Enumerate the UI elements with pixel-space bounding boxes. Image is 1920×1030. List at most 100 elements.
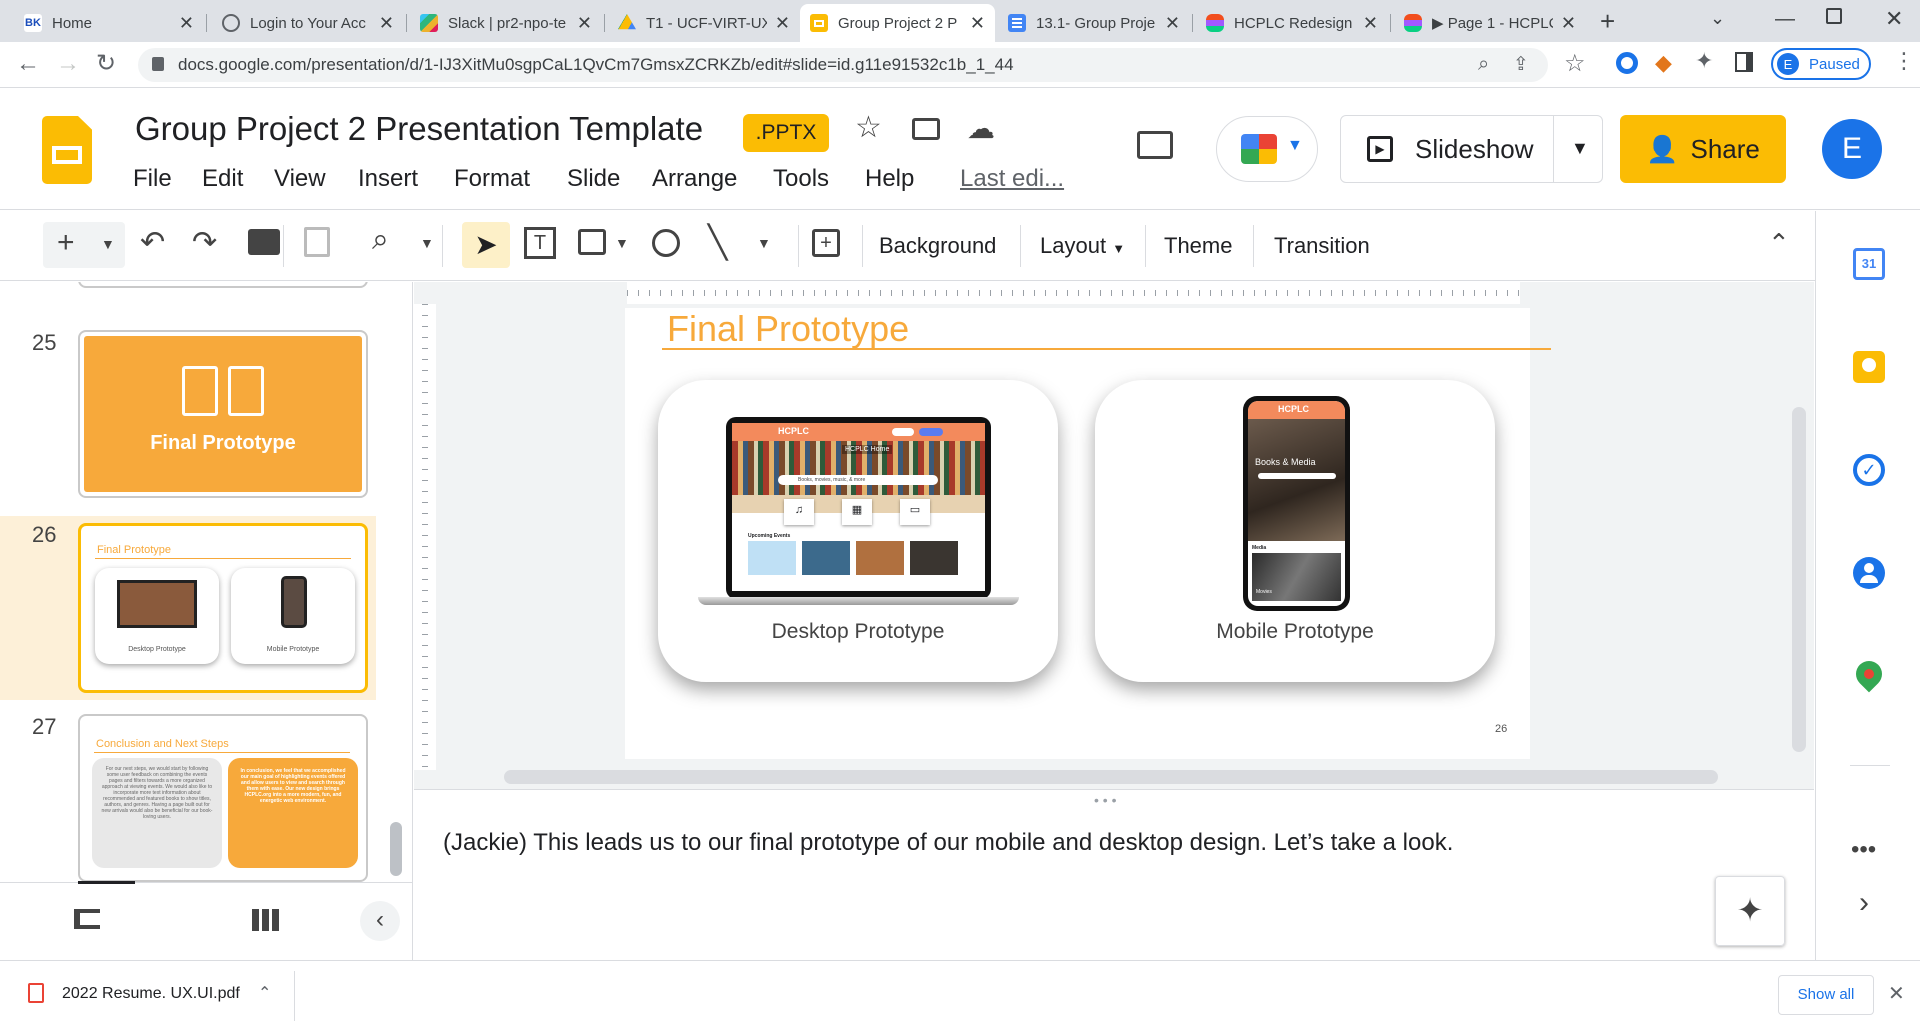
select-arrow-icon[interactable]: ➤: [462, 222, 510, 268]
close-tab-icon[interactable]: ✕: [379, 13, 394, 34]
browser-tab[interactable]: Slack | pr2-npo-te ✕: [410, 4, 602, 42]
browser-tab[interactable]: 13.1- Group Proje ✕: [998, 4, 1190, 42]
share-page-icon[interactable]: ⇪: [1513, 53, 1529, 76]
extensions-puzzle-icon[interactable]: ✦: [1695, 48, 1713, 74]
profile-button[interactable]: E Paused: [1771, 48, 1871, 80]
browser-tab[interactable]: ▶ Page 1 - HCPLC ✕: [1394, 4, 1586, 42]
line-icon[interactable]: ╲: [708, 223, 727, 261]
add-comment-icon[interactable]: +: [812, 229, 840, 257]
menu-insert[interactable]: Insert: [358, 165, 418, 193]
filmstrip-view-icon[interactable]: [74, 909, 100, 929]
notes-resize-handle[interactable]: • • •: [414, 789, 1814, 808]
share-button[interactable]: 👤 Share: [1620, 115, 1786, 183]
account-avatar[interactable]: E: [1822, 119, 1882, 179]
browser-tab[interactable]: BK Home ✕: [14, 4, 204, 42]
expand-panel-icon[interactable]: ›: [1859, 886, 1869, 920]
chevron-down-icon[interactable]: ▼: [757, 235, 771, 251]
browser-tab-active[interactable]: Group Project 2 P ✕: [800, 4, 995, 42]
calendar-icon[interactable]: 31: [1853, 248, 1885, 280]
star-icon[interactable]: ☆: [855, 110, 882, 145]
desktop-prototype-card[interactable]: HCPLC HCPLC Home Books, movies, music, &…: [658, 380, 1058, 682]
slide-thumbnail[interactable]: [78, 282, 368, 288]
slide-thumbnail[interactable]: Conclusion and Next Steps For our next s…: [78, 714, 368, 882]
vertical-scrollbar[interactable]: [1792, 407, 1806, 752]
collapse-panel-icon[interactable]: ‹: [360, 901, 400, 941]
grid-view-icon[interactable]: [252, 909, 280, 931]
chevron-up-icon[interactable]: ⌃: [258, 983, 271, 1003]
maps-icon[interactable]: [1850, 655, 1888, 693]
zoom-icon[interactable]: ⌕: [1478, 53, 1489, 76]
minimize-icon[interactable]: —: [1775, 8, 1795, 31]
speaker-notes[interactable]: (Jackie) This leads us to our final prot…: [414, 808, 1814, 960]
slideshow-button[interactable]: ▶ Slideshow ▼: [1340, 115, 1603, 183]
move-folder-icon[interactable]: [912, 118, 940, 140]
layout-button[interactable]: Layout ▼: [1040, 233, 1125, 259]
last-edit-link[interactable]: Last edi...: [960, 165, 1064, 193]
chevron-down-icon[interactable]: ▼: [101, 236, 115, 252]
download-filename[interactable]: 2022 Resume. UX.UI.pdf: [62, 985, 240, 1003]
zoom-icon[interactable]: ⌕: [372, 223, 389, 257]
undo-icon[interactable]: ↶: [140, 225, 165, 260]
paint-format-icon[interactable]: [304, 227, 330, 257]
text-box-icon[interactable]: T: [524, 227, 556, 259]
close-tab-icon[interactable]: ✕: [179, 13, 194, 34]
menu-arrange[interactable]: Arrange: [652, 165, 737, 193]
meet-button[interactable]: ▼: [1216, 116, 1318, 182]
slide[interactable]: Final Prototype HCPLC HCPLC Home Books, …: [625, 308, 1551, 759]
slide-thumbnail-selected[interactable]: Final Prototype Desktop Prototype Mobile…: [78, 523, 368, 693]
menu-slide[interactable]: Slide: [567, 165, 620, 193]
reload-icon[interactable]: ↻: [96, 49, 116, 78]
image-icon[interactable]: [578, 229, 606, 255]
tasks-icon[interactable]: ✓: [1853, 454, 1885, 486]
collapse-toolbar-icon[interactable]: ⌃: [1768, 228, 1790, 259]
chevron-down-icon[interactable]: ▼: [615, 235, 629, 251]
bookmark-star-icon[interactable]: ☆: [1564, 49, 1586, 78]
forward-icon[interactable]: →: [56, 50, 80, 78]
browser-tab[interactable]: Login to Your Acc ✕: [212, 4, 404, 42]
print-icon[interactable]: [248, 229, 280, 255]
chevron-down-icon[interactable]: ▼: [420, 235, 434, 251]
close-download-bar-icon[interactable]: ✕: [1888, 981, 1905, 1006]
menu-format[interactable]: Format: [454, 165, 530, 193]
extension-icon[interactable]: [1616, 52, 1638, 74]
address-bar[interactable]: docs.google.com/presentation/d/1-IJ3XitM…: [138, 48, 1548, 82]
close-tab-icon[interactable]: ✕: [577, 13, 592, 34]
mobile-prototype-card[interactable]: HCPLC Books & Media Media Movies Mobile …: [1095, 380, 1495, 682]
comments-icon[interactable]: [1137, 131, 1173, 159]
theme-button[interactable]: Theme: [1164, 233, 1232, 259]
slideshow-dropdown-icon[interactable]: ▼: [1571, 138, 1589, 159]
shape-icon[interactable]: [652, 229, 680, 257]
close-tab-icon[interactable]: ✕: [1561, 13, 1576, 34]
restore-icon[interactable]: [1826, 8, 1842, 24]
redo-icon[interactable]: ↷: [192, 225, 217, 260]
menu-file[interactable]: File: [133, 165, 172, 193]
menu-view[interactable]: View: [274, 165, 326, 193]
background-button[interactable]: Background: [879, 233, 996, 259]
desktop-prototype-caption[interactable]: Desktop Prototype: [658, 620, 1058, 644]
drag-handle-icon[interactable]: • • •: [1094, 792, 1116, 808]
close-window-icon[interactable]: ✕: [1885, 6, 1903, 32]
tab-search-icon[interactable]: ⌄: [1710, 8, 1725, 29]
show-all-downloads-button[interactable]: Show all: [1778, 975, 1874, 1015]
browser-menu-icon[interactable]: ⋮: [1893, 48, 1915, 74]
speaker-notes-text[interactable]: (Jackie) This leads us to our final prot…: [443, 829, 1453, 857]
new-slide-button[interactable]: + ▼: [43, 222, 125, 268]
browser-tab[interactable]: T1 - UCF-VIRT-UX ✕: [608, 4, 800, 42]
close-tab-icon[interactable]: ✕: [1165, 13, 1180, 34]
keep-icon[interactable]: [1853, 351, 1885, 383]
filmstrip-scrollbar[interactable]: [390, 822, 402, 876]
contacts-icon[interactable]: [1853, 557, 1885, 589]
close-tab-icon[interactable]: ✕: [775, 13, 790, 34]
metamask-icon[interactable]: ◆: [1655, 50, 1672, 76]
explore-icon[interactable]: ✦: [1715, 876, 1785, 946]
more-icon[interactable]: •••: [1851, 836, 1876, 864]
slide-thumbnail[interactable]: Final Prototype: [78, 330, 368, 498]
slides-logo-icon[interactable]: [42, 116, 92, 184]
browser-tab[interactable]: HCPLC Redesign ✕: [1196, 4, 1388, 42]
horizontal-scrollbar[interactable]: [504, 770, 1718, 784]
mobile-prototype-caption[interactable]: Mobile Prototype: [1095, 620, 1495, 644]
new-tab-icon[interactable]: +: [1600, 6, 1615, 37]
close-tab-icon[interactable]: ✕: [1363, 13, 1378, 34]
transition-button[interactable]: Transition: [1274, 233, 1370, 259]
close-tab-icon[interactable]: ✕: [970, 13, 985, 34]
